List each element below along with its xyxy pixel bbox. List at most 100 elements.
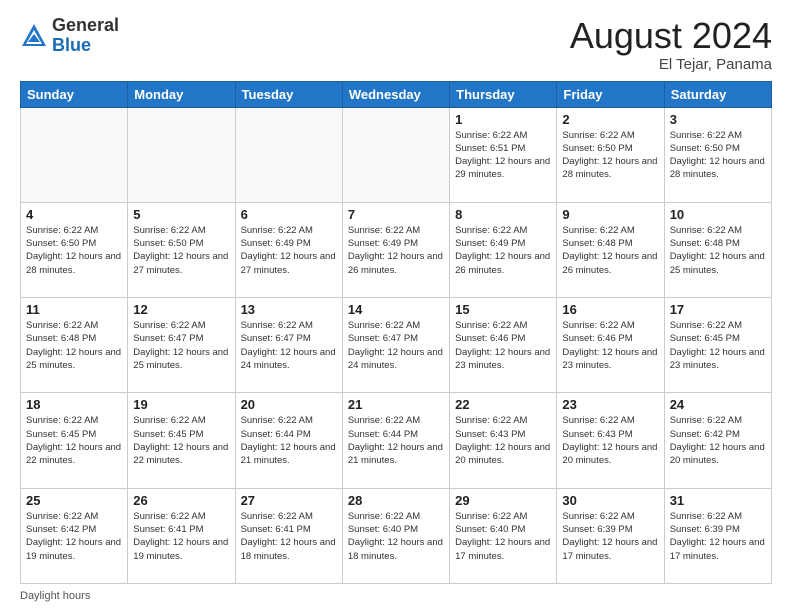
day-number: 23: [562, 397, 658, 412]
day-number: 9: [562, 207, 658, 222]
day-number: 10: [670, 207, 766, 222]
header: General Blue August 2024 El Tejar, Panam…: [20, 16, 772, 73]
day-info: Sunrise: 6:22 AMSunset: 6:39 PMDaylight:…: [670, 510, 766, 563]
table-cell: 26 Sunrise: 6:22 AMSunset: 6:41 PMDayligh…: [128, 488, 235, 583]
day-number: 19: [133, 397, 229, 412]
table-cell: 7 Sunrise: 6:22 AMSunset: 6:49 PMDaylight…: [342, 202, 449, 297]
table-cell: 4Sunrise: 6:22 AMSunset: 6:50 PMDaylight…: [21, 202, 128, 297]
table-cell: 15 Sunrise: 6:22 AMSunset: 6:46 PMDayligh…: [450, 298, 557, 393]
day-number: 20: [241, 397, 337, 412]
day-number: 26: [133, 493, 229, 508]
page: General Blue August 2024 El Tejar, Panam…: [0, 0, 792, 612]
table-cell: [342, 107, 449, 202]
col-saturday: Saturday: [664, 81, 771, 107]
day-number: 14: [348, 302, 444, 317]
table-cell: 10Sunrise: 6:22 AMSunset: 6:48 PMDayligh…: [664, 202, 771, 297]
day-info: Sunrise: 6:22 AMSunset: 6:43 PMDaylight:…: [562, 414, 658, 467]
footer: Daylight hours: [20, 590, 772, 602]
day-info: Sunrise: 6:22 AMSunset: 6:46 PMDaylight:…: [562, 319, 658, 372]
day-info: Sunrise: 6:22 AMSunset: 6:39 PMDaylight:…: [562, 510, 658, 563]
day-number: 8: [455, 207, 551, 222]
main-title: August 2024: [570, 16, 772, 56]
col-wednesday: Wednesday: [342, 81, 449, 107]
table-cell: 28 Sunrise: 6:22 AMSunset: 6:40 PMDayligh…: [342, 488, 449, 583]
table-cell: 18Sunrise: 6:22 AMSunset: 6:45 PMDayligh…: [21, 393, 128, 488]
logo: General Blue: [20, 16, 119, 56]
day-number: 1: [455, 112, 551, 127]
day-info: Sunrise: 6:22 AMSunset: 6:40 PMDaylight:…: [455, 510, 551, 563]
day-number: 13: [241, 302, 337, 317]
table-cell: 6Sunrise: 6:22 AMSunset: 6:49 PMDaylight…: [235, 202, 342, 297]
day-info: Sunrise: 6:22 AMSunset: 6:40 PMDaylight:…: [348, 510, 444, 563]
week-row-4: 18Sunrise: 6:22 AMSunset: 6:45 PMDayligh…: [21, 393, 772, 488]
table-cell: 29 Sunrise: 6:22 AMSunset: 6:40 PMDayligh…: [450, 488, 557, 583]
day-info: Sunrise: 6:22 AMSunset: 6:50 PMDaylight:…: [562, 129, 658, 182]
subtitle: El Tejar, Panama: [570, 56, 772, 73]
week-row-1: 1 Sunrise: 6:22 AMSunset: 6:51 PMDaylight…: [21, 107, 772, 202]
day-info: Sunrise: 6:22 AMSunset: 6:42 PMDaylight:…: [670, 414, 766, 467]
day-number: 2: [562, 112, 658, 127]
col-thursday: Thursday: [450, 81, 557, 107]
day-number: 3: [670, 112, 766, 127]
table-cell: 11Sunrise: 6:22 AMSunset: 6:48 PMDayligh…: [21, 298, 128, 393]
day-number: 15: [455, 302, 551, 317]
logo-blue: Blue: [52, 35, 91, 55]
day-info: Sunrise: 6:22 AMSunset: 6:50 PMDaylight:…: [26, 224, 122, 277]
day-info: Sunrise: 6:22 AMSunset: 6:49 PMDaylight:…: [455, 224, 551, 277]
col-monday: Monday: [128, 81, 235, 107]
daylight-label: Daylight hours: [20, 590, 90, 602]
logo-text: General Blue: [52, 16, 119, 56]
col-tuesday: Tuesday: [235, 81, 342, 107]
week-row-3: 11Sunrise: 6:22 AMSunset: 6:48 PMDayligh…: [21, 298, 772, 393]
table-cell: 24 Sunrise: 6:22 AMSunset: 6:42 PMDayligh…: [664, 393, 771, 488]
col-friday: Friday: [557, 81, 664, 107]
table-cell: [128, 107, 235, 202]
week-row-2: 4Sunrise: 6:22 AMSunset: 6:50 PMDaylight…: [21, 202, 772, 297]
table-cell: 5Sunrise: 6:22 AMSunset: 6:50 PMDaylight…: [128, 202, 235, 297]
day-info: Sunrise: 6:22 AMSunset: 6:46 PMDaylight:…: [455, 319, 551, 372]
table-cell: 17 Sunrise: 6:22 AMSunset: 6:45 PMDayligh…: [664, 298, 771, 393]
table-cell: [21, 107, 128, 202]
col-sunday: Sunday: [21, 81, 128, 107]
day-number: 29: [455, 493, 551, 508]
day-number: 16: [562, 302, 658, 317]
table-cell: 8 Sunrise: 6:22 AMSunset: 6:49 PMDaylight…: [450, 202, 557, 297]
day-info: Sunrise: 6:22 AMSunset: 6:50 PMDaylight:…: [133, 224, 229, 277]
day-info: Sunrise: 6:22 AMSunset: 6:45 PMDaylight:…: [26, 414, 122, 467]
day-info: Sunrise: 6:22 AMSunset: 6:48 PMDaylight:…: [562, 224, 658, 277]
day-info: Sunrise: 6:22 AMSunset: 6:47 PMDaylight:…: [241, 319, 337, 372]
day-number: 24: [670, 397, 766, 412]
table-cell: 2 Sunrise: 6:22 AMSunset: 6:50 PMDaylight…: [557, 107, 664, 202]
day-info: Sunrise: 6:22 AMSunset: 6:50 PMDaylight:…: [670, 129, 766, 182]
day-number: 12: [133, 302, 229, 317]
day-info: Sunrise: 6:22 AMSunset: 6:45 PMDaylight:…: [670, 319, 766, 372]
table-cell: 21Sunrise: 6:22 AMSunset: 6:44 PMDayligh…: [342, 393, 449, 488]
day-number: 31: [670, 493, 766, 508]
day-info: Sunrise: 6:22 AMSunset: 6:44 PMDaylight:…: [241, 414, 337, 467]
table-cell: 16 Sunrise: 6:22 AMSunset: 6:46 PMDayligh…: [557, 298, 664, 393]
day-number: 17: [670, 302, 766, 317]
table-cell: 14 Sunrise: 6:22 AMSunset: 6:47 PMDayligh…: [342, 298, 449, 393]
day-info: Sunrise: 6:22 AMSunset: 6:41 PMDaylight:…: [133, 510, 229, 563]
week-row-5: 25Sunrise: 6:22 AMSunset: 6:42 PMDayligh…: [21, 488, 772, 583]
day-number: 7: [348, 207, 444, 222]
day-number: 30: [562, 493, 658, 508]
title-block: August 2024 El Tejar, Panama: [570, 16, 772, 73]
table-cell: 22Sunrise: 6:22 AMSunset: 6:43 PMDayligh…: [450, 393, 557, 488]
table-cell: 30 Sunrise: 6:22 AMSunset: 6:39 PMDayligh…: [557, 488, 664, 583]
day-info: Sunrise: 6:22 AMSunset: 6:41 PMDaylight:…: [241, 510, 337, 563]
day-number: 28: [348, 493, 444, 508]
table-cell: 23 Sunrise: 6:22 AMSunset: 6:43 PMDayligh…: [557, 393, 664, 488]
table-cell: 13 Sunrise: 6:22 AMSunset: 6:47 PMDayligh…: [235, 298, 342, 393]
calendar-table: Sunday Monday Tuesday Wednesday Thursday…: [20, 81, 772, 584]
day-info: Sunrise: 6:22 AMSunset: 6:47 PMDaylight:…: [133, 319, 229, 372]
day-info: Sunrise: 6:22 AMSunset: 6:45 PMDaylight:…: [133, 414, 229, 467]
day-info: Sunrise: 6:22 AMSunset: 6:47 PMDaylight:…: [348, 319, 444, 372]
day-info: Sunrise: 6:22 AMSunset: 6:51 PMDaylight:…: [455, 129, 551, 182]
table-cell: 31 Sunrise: 6:22 AMSunset: 6:39 PMDayligh…: [664, 488, 771, 583]
table-cell: [235, 107, 342, 202]
day-info: Sunrise: 6:22 AMSunset: 6:43 PMDaylight:…: [455, 414, 551, 467]
day-info: Sunrise: 6:22 AMSunset: 6:49 PMDaylight:…: [348, 224, 444, 277]
day-info: Sunrise: 6:22 AMSunset: 6:44 PMDaylight:…: [348, 414, 444, 467]
day-number: 27: [241, 493, 337, 508]
